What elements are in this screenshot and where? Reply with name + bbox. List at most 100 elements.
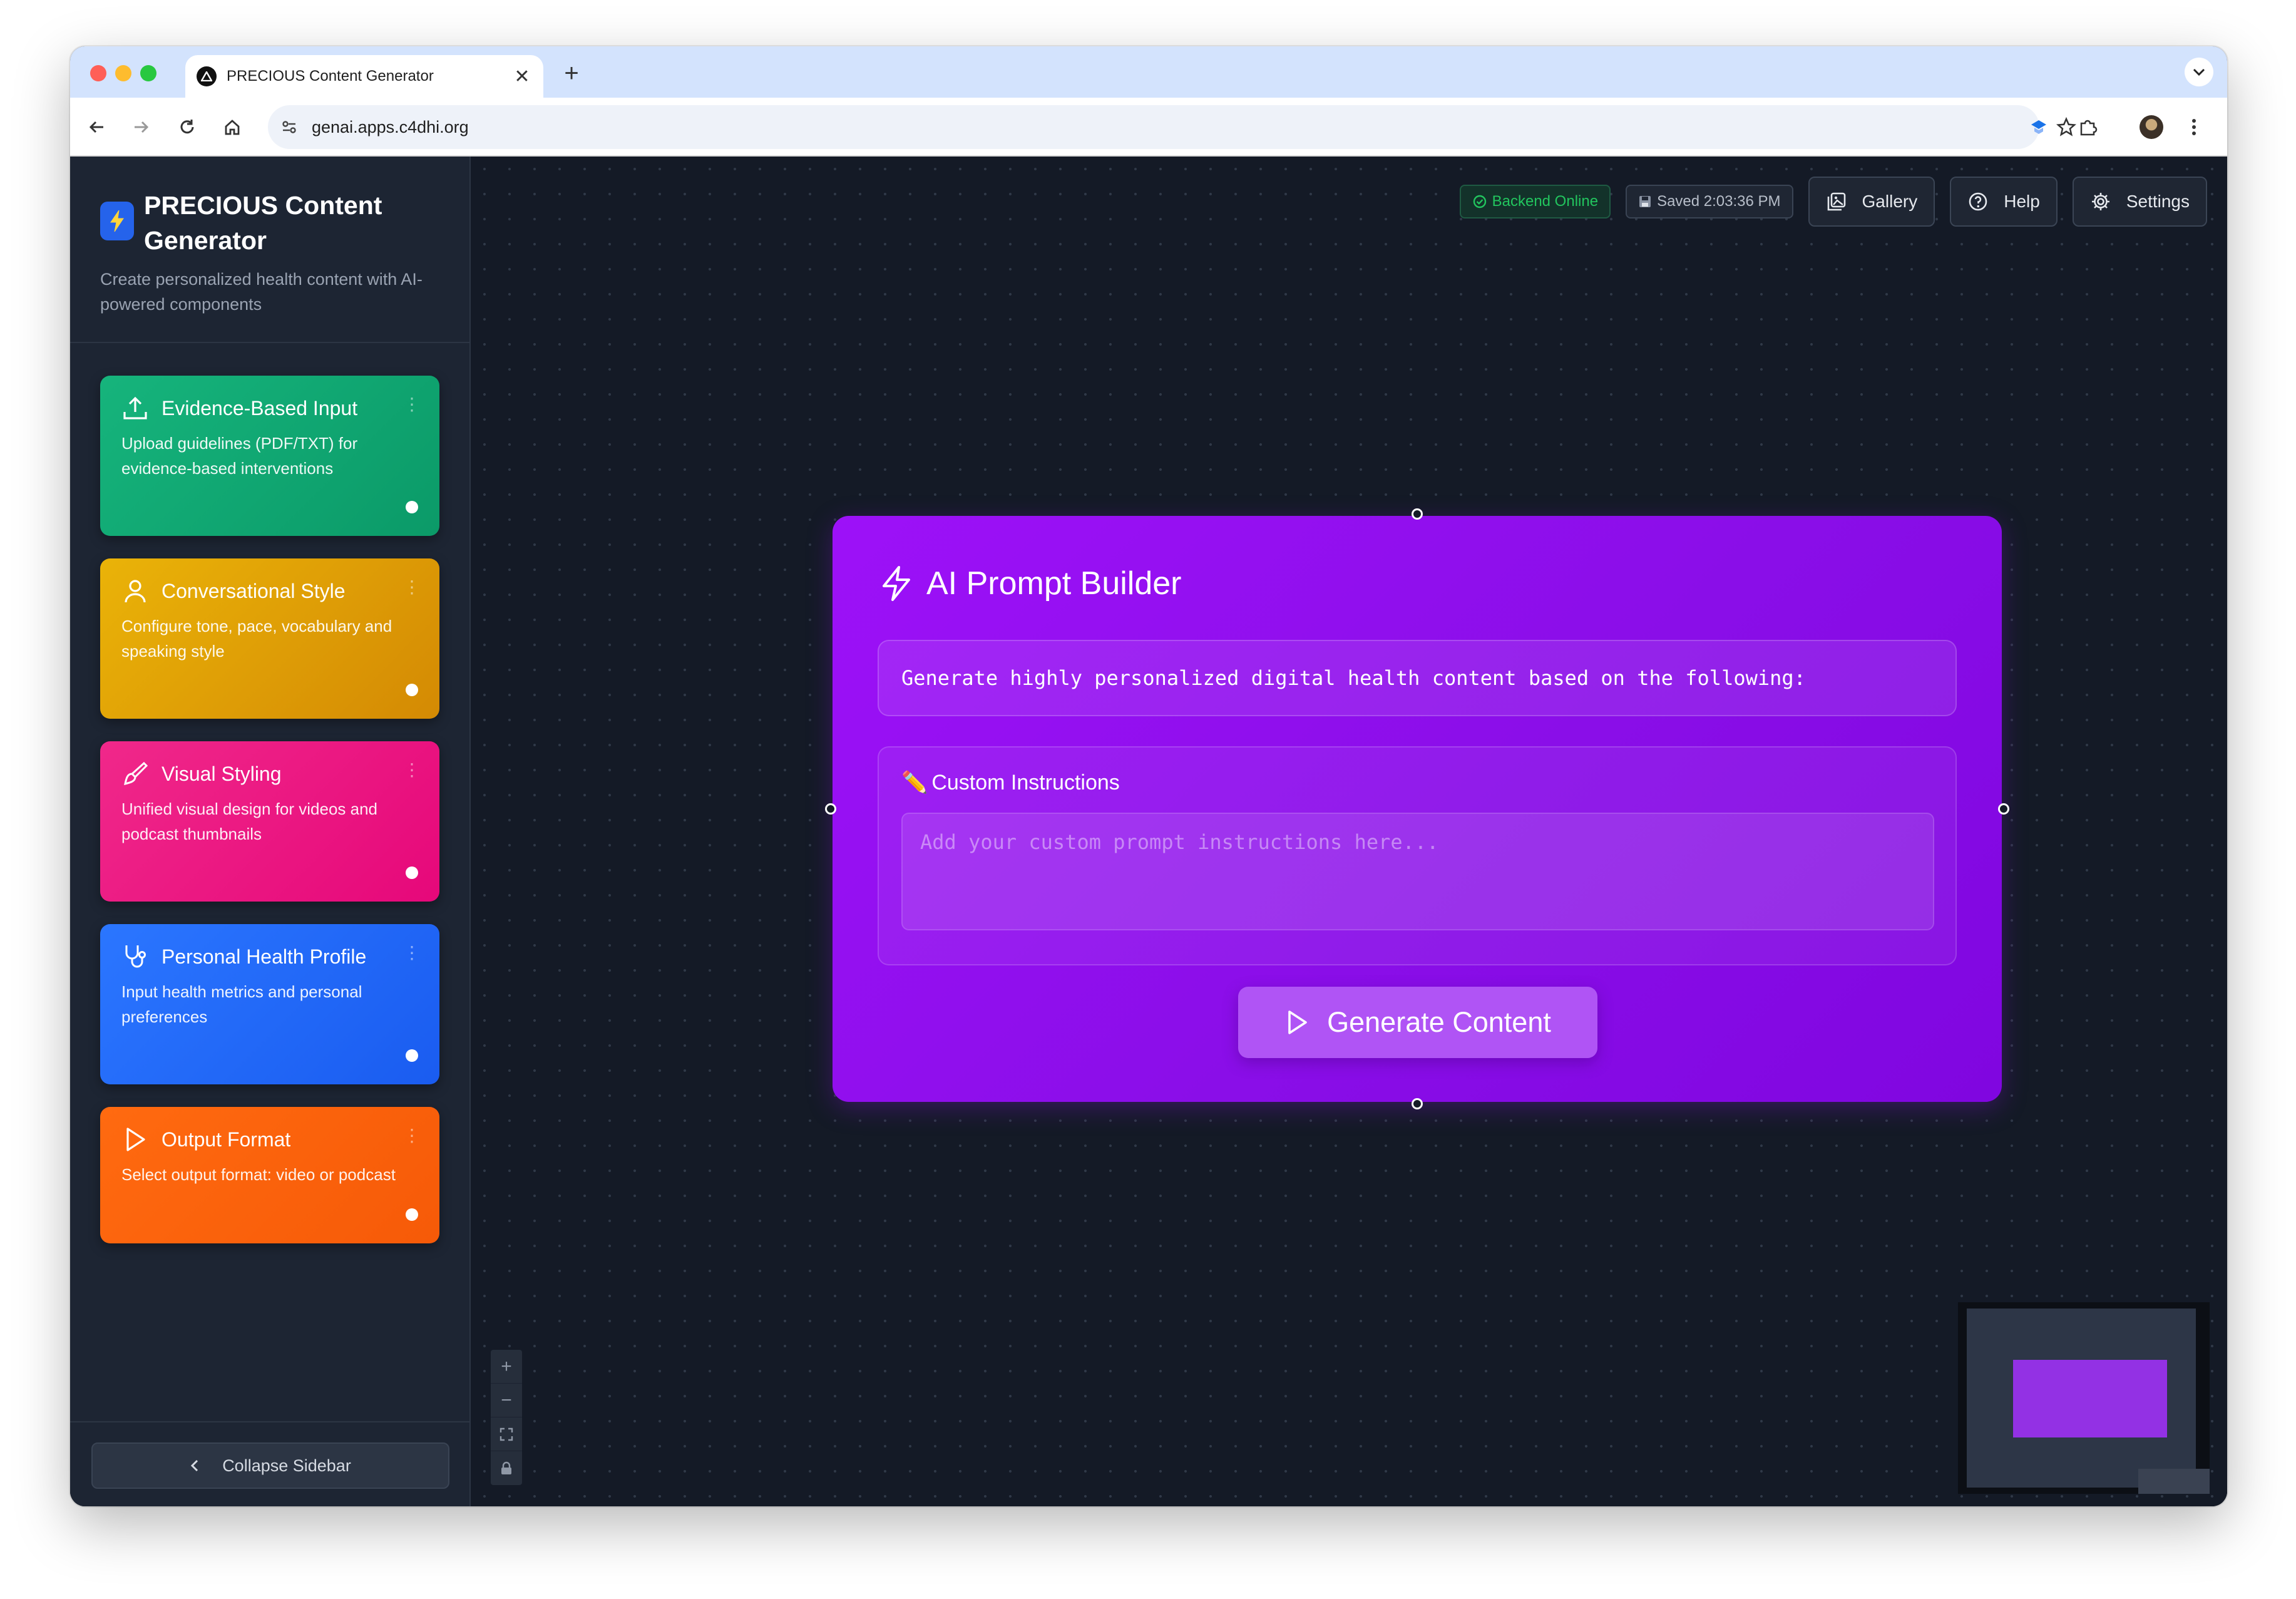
component-card-visual-styling[interactable]: Visual Styling Unified visual design for…: [100, 741, 439, 902]
forward-button[interactable]: [126, 113, 155, 141]
app-subtitle: Create personalized health content with …: [100, 270, 423, 314]
card-title: Evidence-Based Input: [161, 396, 358, 419]
home-icon: [225, 120, 240, 135]
lock-button[interactable]: [491, 1451, 522, 1485]
zoom-out-button[interactable]: −: [491, 1384, 522, 1417]
generate-content-label: Generate Content: [1327, 1006, 1551, 1038]
browser-window: PRECIOUS Content Generator ✕ + genai.app…: [70, 46, 2227, 1506]
status-text: Backend Online: [1492, 193, 1599, 210]
browser-tab[interactable]: PRECIOUS Content Generator ✕: [185, 55, 543, 98]
custom-instructions-label: ✏️ Custom Instructions: [901, 770, 1120, 795]
card-title: Conversational Style: [161, 579, 346, 602]
connection-handle[interactable]: [406, 1208, 418, 1221]
component-card-evidence-based-input[interactable]: Evidence-Based Input Upload guidelines (…: [100, 376, 439, 536]
drag-handle-icon[interactable]: ⋮: [403, 944, 421, 962]
card-title: Personal Health Profile: [161, 945, 367, 968]
card-description: Configure tone, pace, vocabulary and spe…: [121, 617, 392, 661]
drag-handle-icon[interactable]: ⋮: [403, 578, 421, 596]
attribution: [2138, 1469, 2210, 1494]
settings-label: Settings: [2126, 192, 2190, 211]
connection-handle[interactable]: [406, 866, 418, 879]
saved-badge: Saved 2:03:36 PM: [1626, 185, 1793, 219]
site-settings-icon[interactable]: [280, 118, 298, 136]
bottom-handle[interactable]: [1412, 1098, 1423, 1109]
reload-icon: [180, 120, 194, 134]
chevron-left-icon: [191, 1459, 198, 1472]
lock-icon: [501, 1461, 511, 1474]
extension-button[interactable]: [2024, 113, 2053, 141]
gallery-label: Gallery: [1862, 192, 1918, 211]
gallery-button[interactable]: Gallery: [1808, 177, 1935, 227]
divider: [70, 342, 471, 343]
custom-instructions-input[interactable]: [901, 813, 1934, 930]
custom-instructions-panel: ✏️ Custom Instructions: [878, 746, 1957, 965]
new-tab-button[interactable]: +: [556, 58, 587, 89]
puzzle-icon: [2080, 120, 2098, 136]
maximize-window-button[interactable]: [140, 65, 156, 81]
top-handle[interactable]: [1412, 508, 1423, 520]
help-button[interactable]: Help: [1950, 177, 2058, 227]
drag-handle-icon[interactable]: ⋮: [403, 761, 421, 779]
bolt-icon: [883, 566, 910, 601]
reload-button[interactable]: [173, 113, 202, 141]
profile-button[interactable]: [2137, 113, 2166, 141]
component-card-output-format[interactable]: Output Format Select output format: vide…: [100, 1107, 439, 1243]
right-handle[interactable]: [1998, 803, 2009, 815]
url-text: genai.apps.c4dhi.org: [312, 117, 469, 136]
stethoscope-icon: [125, 945, 146, 968]
base-prompt-text: Generate highly personalized digital hea…: [878, 640, 1957, 716]
close-window-button[interactable]: [90, 65, 106, 81]
saved-text: Saved 2:03:36 PM: [1657, 193, 1781, 210]
minimize-window-button[interactable]: [115, 65, 131, 81]
gear-icon: [2091, 193, 2109, 210]
address-bar[interactable]: genai.apps.c4dhi.org: [268, 105, 2039, 149]
canvas-toolbar: Backend Online Saved 2:03:36 PM Gallery …: [1459, 177, 2207, 227]
extensions-button[interactable]: [2073, 113, 2102, 141]
browser-toolbar: genai.apps.c4dhi.org: [70, 98, 2227, 157]
collapse-sidebar-button[interactable]: Collapse Sidebar: [91, 1442, 449, 1489]
app-title: PRECIOUS Content Generator: [144, 191, 382, 255]
plus-icon: +: [501, 1355, 512, 1377]
app-root: PRECIOUS Content Generator Create person…: [70, 157, 2227, 1506]
component-card-conversational-style[interactable]: Conversational Style Configure tone, pac…: [100, 558, 439, 719]
help-label: Help: [2004, 192, 2040, 211]
connection-handle[interactable]: [406, 684, 418, 696]
drag-handle-icon[interactable]: ⋮: [403, 396, 421, 413]
tab-strip: PRECIOUS Content Generator ✕ +: [70, 46, 2227, 98]
chevron-down-icon: [2193, 68, 2205, 76]
drag-handle-icon[interactable]: ⋮: [403, 1127, 421, 1144]
back-button[interactable]: [83, 113, 111, 141]
tab-search-button[interactable]: [2185, 58, 2213, 86]
check-circle-icon: [1473, 195, 1486, 208]
close-tab-icon[interactable]: ✕: [512, 66, 532, 88]
fit-view-button[interactable]: [491, 1417, 522, 1451]
connection-handle[interactable]: [406, 1049, 418, 1062]
settings-button[interactable]: Settings: [2072, 177, 2207, 227]
left-handle[interactable]: [825, 803, 836, 815]
save-disk-icon: [1639, 196, 1651, 207]
sidebar: PRECIOUS Content Generator Create person…: [70, 157, 471, 1506]
play-icon: [126, 1128, 145, 1151]
bolt-logo-icon: [100, 202, 134, 240]
card-description: Unified visual design for videos and pod…: [121, 799, 378, 843]
arrow-left-icon: [89, 121, 103, 133]
sidebar-footer: Collapse Sidebar: [70, 1421, 471, 1506]
user-icon: [125, 580, 146, 603]
generate-content-button[interactable]: Generate Content: [1238, 987, 1597, 1058]
flow-canvas[interactable]: Backend Online Saved 2:03:36 PM Gallery …: [472, 157, 2227, 1506]
help-circle-icon: [1969, 192, 1987, 211]
zoom-controls: + −: [491, 1350, 522, 1485]
minimap-node: [2013, 1360, 2167, 1437]
avatar: [2140, 115, 2163, 139]
upload-icon: [123, 396, 147, 419]
minimap-viewport: [1967, 1309, 2196, 1488]
browser-menu-button[interactable]: [2180, 113, 2208, 141]
ai-prompt-builder-node[interactable]: AI Prompt Builder Generate highly person…: [825, 508, 2009, 1109]
home-button[interactable]: [218, 113, 247, 141]
status-badge: Backend Online: [1459, 185, 1611, 219]
minimap[interactable]: [1958, 1302, 2210, 1494]
custom-instructions-title: Custom Instructions: [931, 770, 1120, 794]
connection-handle[interactable]: [406, 501, 418, 513]
component-card-personal-health-profile[interactable]: Personal Health Profile Input health met…: [100, 924, 439, 1084]
zoom-in-button[interactable]: +: [491, 1350, 522, 1384]
